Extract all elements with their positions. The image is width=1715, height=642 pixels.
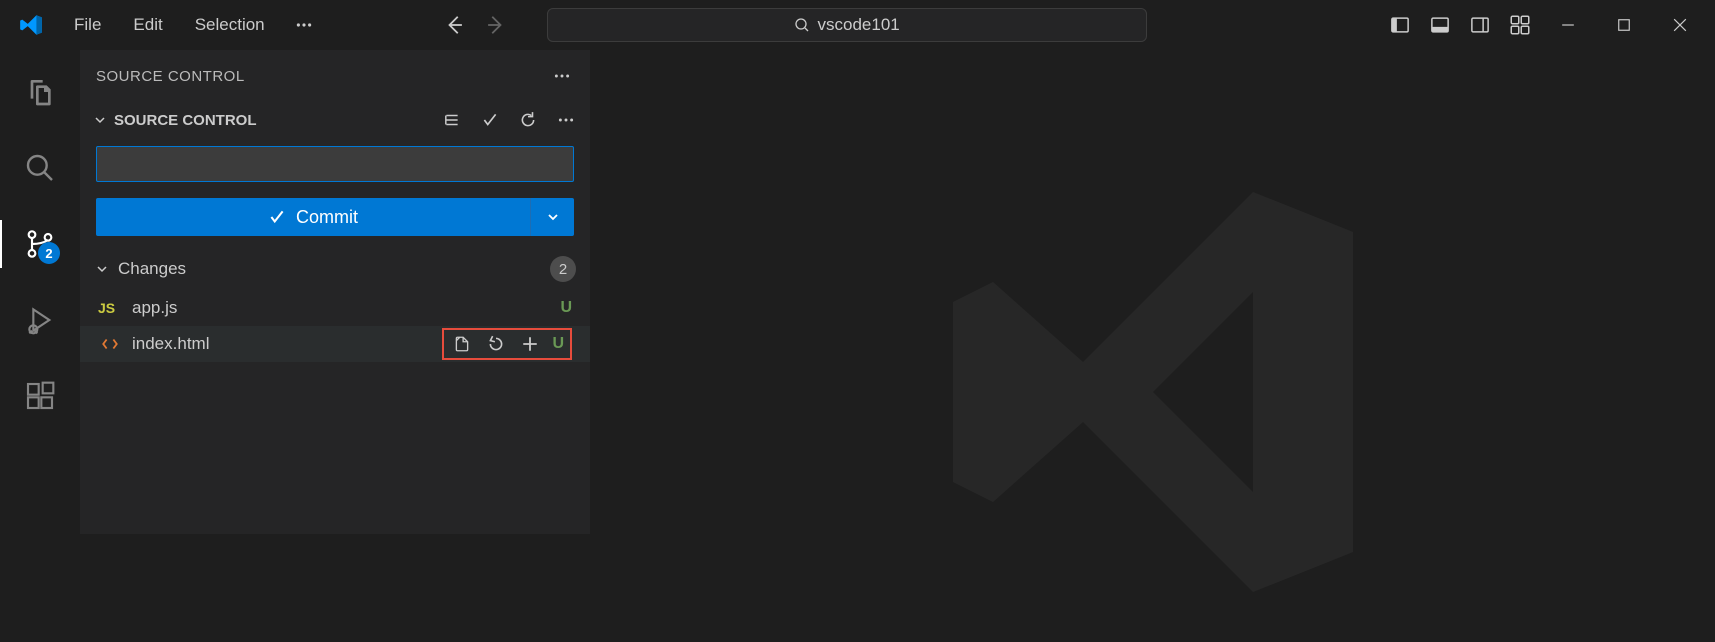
customize-layout-icon[interactable]: [1503, 8, 1537, 42]
commit-check-icon[interactable]: [478, 108, 502, 132]
editor-area: [590, 50, 1715, 534]
toggle-primary-sidebar-icon[interactable]: [1383, 8, 1417, 42]
html-file-icon: [98, 335, 122, 353]
activity-explorer-icon[interactable]: [16, 68, 64, 116]
discard-changes-icon[interactable]: [484, 332, 508, 356]
vscode-logo-icon: [16, 10, 46, 40]
menu-selection[interactable]: Selection: [183, 9, 277, 41]
file-name: index.html: [132, 334, 209, 354]
changes-count-badge: 2: [550, 256, 576, 282]
window-maximize-icon[interactable]: [1599, 5, 1649, 45]
activity-run-debug-icon[interactable]: [16, 296, 64, 344]
commit-message-input[interactable]: [96, 146, 574, 182]
more-actions-icon[interactable]: [550, 64, 574, 88]
file-row[interactable]: JS app.js U: [80, 290, 590, 326]
stage-changes-icon[interactable]: [518, 332, 542, 356]
activity-search-icon[interactable]: [16, 144, 64, 192]
view-as-tree-icon[interactable]: [440, 108, 464, 132]
sidebar-title: SOURCE CONTROL: [96, 68, 245, 85]
command-center[interactable]: vscode101: [547, 8, 1147, 42]
chevron-down-icon: [545, 209, 561, 225]
refresh-icon[interactable]: [516, 108, 540, 132]
activity-extensions-icon[interactable]: [16, 372, 64, 420]
toggle-secondary-sidebar-icon[interactable]: [1463, 8, 1497, 42]
check-icon: [268, 208, 286, 226]
file-row[interactable]: index.html U: [80, 326, 590, 362]
scm-badge: 2: [38, 242, 60, 264]
file-name: app.js: [132, 298, 177, 318]
commit-button[interactable]: Commit: [96, 198, 530, 236]
commit-button-label: Commit: [296, 207, 358, 228]
menu-file[interactable]: File: [62, 9, 113, 41]
menu-more-icon[interactable]: [285, 10, 323, 40]
chevron-down-icon[interactable]: [94, 261, 110, 277]
toggle-panel-icon[interactable]: [1423, 8, 1457, 42]
file-status: U: [552, 335, 564, 353]
menu-edit[interactable]: Edit: [121, 9, 174, 41]
nav-back-icon[interactable]: [441, 11, 469, 39]
open-file-icon[interactable]: [450, 332, 474, 356]
activity-source-control-icon[interactable]: 2: [16, 220, 64, 268]
vscode-watermark-icon: [903, 142, 1403, 642]
window-minimize-icon[interactable]: [1543, 5, 1593, 45]
js-file-icon: JS: [98, 300, 122, 316]
section-title: SOURCE CONTROL: [114, 112, 257, 129]
nav-forward-icon[interactable]: [481, 11, 509, 39]
title-bar: File Edit Selection vscode101: [0, 0, 1715, 50]
sidebar: SOURCE CONTROL SOURCE CONTROL: [80, 50, 590, 534]
window-close-icon[interactable]: [1655, 5, 1705, 45]
changes-label: Changes: [118, 259, 186, 279]
chevron-down-icon[interactable]: [92, 112, 108, 128]
commit-dropdown-button[interactable]: [530, 198, 574, 236]
search-icon: [794, 17, 810, 33]
activity-bar: 2: [0, 50, 80, 534]
search-text: vscode101: [818, 15, 900, 35]
section-more-icon[interactable]: [554, 108, 578, 132]
file-status: U: [560, 299, 572, 317]
annotation-highlight: U: [442, 328, 572, 360]
